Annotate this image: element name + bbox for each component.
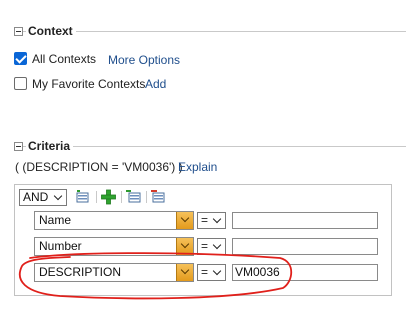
red-highlight-annotation	[18, 252, 293, 300]
